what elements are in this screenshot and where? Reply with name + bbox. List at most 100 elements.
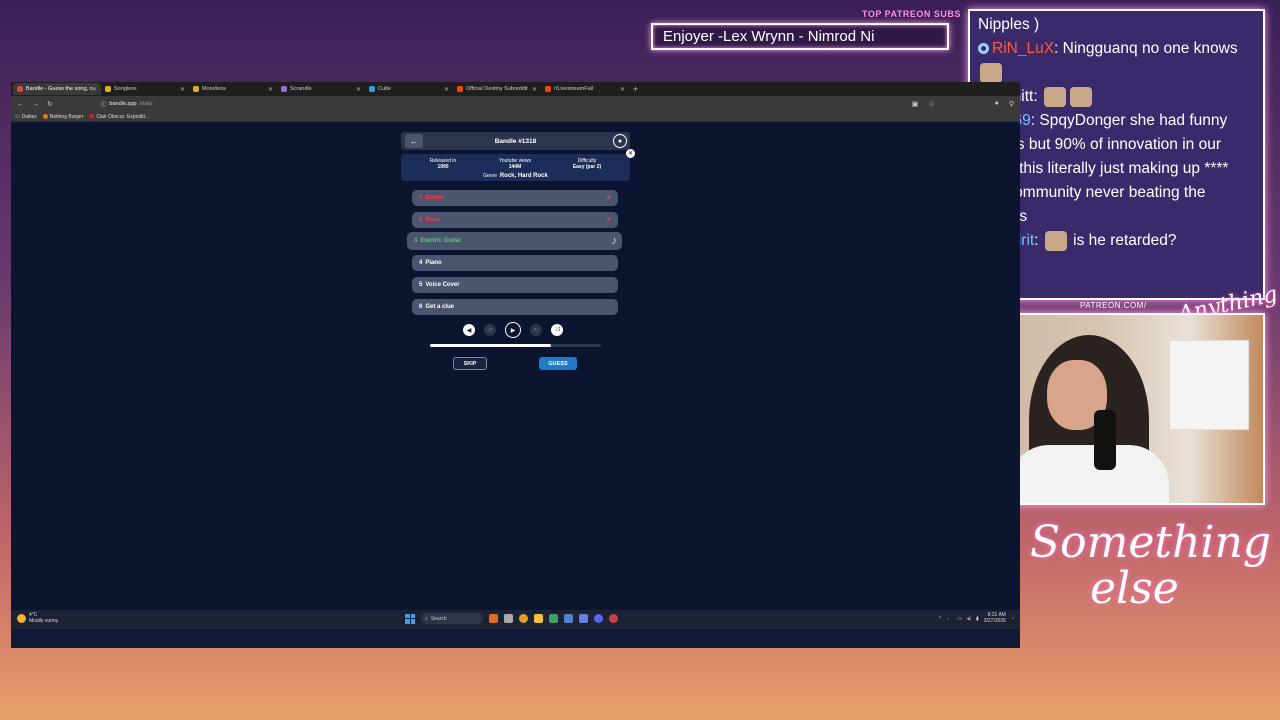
bandle-header: ← Bandle #1318 ● [401,132,630,150]
instrument-drums: 1 Drums ✗ [412,190,618,206]
guess-button[interactable]: GUESS [539,357,577,370]
play-pause-icon[interactable]: ▶ [505,322,521,338]
tab-destiny[interactable]: Official Destiny Subreddit ✕ [453,83,541,95]
close-icon[interactable]: ✕ [356,86,361,93]
weather-widget[interactable]: 4°C Mostly sunny [17,612,59,624]
steam-icon[interactable] [579,614,588,623]
bookmark-clair-obscur[interactable]: Clair Obscur: Expediti... [89,114,149,120]
instrument-label: Bass [425,217,440,223]
app-icon[interactable] [489,614,498,623]
instrument-number: 3 [414,238,418,244]
rewind-icon[interactable]: ↺ [484,324,496,336]
close-icon[interactable]: ✕ [532,86,537,93]
chat-message: RiN_LuX: Ningguanq no one knows [978,37,1255,85]
close-icon[interactable]: ✕ [92,86,97,93]
forward-icon[interactable]: → [32,101,39,108]
bandle-page: ← Bandle #1318 ● Released in 1990 Youtub… [11,123,1020,629]
network-icon[interactable]: ▭ [957,616,962,622]
close-icon[interactable]: ✕ [268,86,273,93]
instrument-bass: 2 Bass ✗ [412,212,618,228]
bookmark-star-icon[interactable]: ☆ [928,100,934,108]
patreon-ticker: Enjoyer -Lex Wrynn - Nimrod Ni [651,23,949,50]
tab-bandle[interactable]: Bandle - Guess the song, o ✕ [13,83,101,95]
difficulty-info: Difficulty Easy (par 2) [557,158,617,170]
weather-text: 4°C Mostly sunny [29,612,59,624]
taskbar-apps: ⌕ Search [405,613,618,624]
wrong-mark-icon: ✗ [606,217,612,224]
profile-button[interactable]: ● [613,134,627,148]
site-info-icon[interactable]: ⓘ [101,100,107,108]
tab-label: Cutle [378,86,391,92]
mic-icon[interactable]: ♩ [947,616,952,622]
profile-icon[interactable]: ● [995,100,999,108]
released-value: 1990 [437,164,449,170]
brand-line-1: Something [1030,517,1271,568]
tab-lsf[interactable]: r/LivestreamFail ✕ [541,83,629,95]
bookmark-nothing-burger[interactable]: Nothing Burger [42,113,84,120]
tab-label: More/less [202,86,226,92]
playback-progress-bar[interactable] [430,344,601,347]
app-icon[interactable] [564,614,573,623]
weather-condition: Mostly sunny [29,617,59,624]
bookmark-dailies[interactable]: ▭ Dailies [15,114,37,120]
genre-info: Genre Rock, Hard Rock [401,173,630,179]
restart-icon[interactable]: ◀ [463,324,475,336]
bookmark-label: Clair Obscur: Expediti... [96,113,149,120]
tab-cutle[interactable]: Cutle ✕ [365,83,453,95]
shuffle-icon[interactable]: ⤨ [551,324,563,336]
app-icon[interactable] [549,614,558,623]
battery-icon[interactable]: ▮ [976,616,979,622]
discord-icon[interactable] [594,614,603,623]
bookmark-label: Nothing Burger [49,113,84,120]
back-icon[interactable]: ← [17,101,24,108]
skip-button[interactable]: SKIP [453,357,487,370]
instrument-number: 4 [419,260,423,266]
chrome-icon[interactable] [519,614,528,623]
volume-icon[interactable]: ◂) [967,616,971,622]
bandle-favicon-icon [17,86,23,92]
back-button[interactable]: ← [405,134,423,148]
favicon-icon [89,114,95,119]
taskbar: 4°C Mostly sunny ⌕ Search ⌃ ♩ ▭ ◂) ▮ 8:3… [11,610,1020,629]
taskbar-search[interactable]: ⌕ Search [421,613,483,624]
instrument-label: Piano [425,260,442,266]
difficulty-value: Easy (par 2) [572,164,602,170]
instrument-label: Voice Cover [425,282,460,288]
instrument-electric-guitar[interactable]: 3 Electric Guitar ♪ [407,232,622,250]
microphone [1094,410,1116,470]
instrument-label: Get a clue [425,304,455,310]
new-tab-icon[interactable]: + [633,84,638,94]
favicon-icon [193,86,199,92]
instrument-number: 1 [419,195,423,201]
instrument-label: Electric Guitar [420,238,462,244]
close-icon[interactable]: ✕ [626,149,635,158]
windows-start-icon[interactable] [405,613,415,624]
close-icon[interactable]: ✕ [444,86,449,93]
close-icon[interactable]: ✕ [620,86,625,93]
views-info: Youtube views 144M [485,158,545,170]
search-icon: ⌕ [425,615,428,622]
notification-icon[interactable]: ◔ [1011,616,1014,622]
tab-moreless[interactable]: More/less ✕ [189,83,277,95]
user-badge-icon [978,43,989,55]
patreon-url-label: PATREON.COM/ [1080,301,1147,310]
url-field[interactable]: ⓘ bandle.app/daily [101,100,153,108]
tab-label: r/LivestreamFail [554,86,594,92]
reddit-favicon-icon [545,86,551,92]
clock[interactable]: 8:31 AM 3/27/2026 [984,612,1006,624]
app-icon[interactable] [609,614,618,623]
tab-songless[interactable]: Songless ✕ [101,83,189,95]
close-icon[interactable]: ✕ [180,86,185,93]
file-explorer-icon[interactable] [534,614,543,623]
chevron-up-icon[interactable]: ⌃ [938,616,942,622]
forward-icon[interactable]: ↻ [530,324,542,336]
chat-username[interactable]: RiN_LuX [992,40,1054,57]
task-view-icon[interactable] [504,614,513,623]
reload-icon[interactable]: ↻ [47,100,53,108]
address-bar: ← → ↻ ⓘ bandle.app/daily ▣ ☆ ● ⚲ [11,96,1020,112]
sidebar-icon[interactable]: ▣ [912,100,919,108]
extensions-icon[interactable]: ⚲ [1009,100,1014,108]
genre-value: Rock, Hard Rock [499,173,548,179]
tab-scrandle[interactable]: Scrandle ✕ [277,83,365,95]
released-info: Released in 1990 [413,158,473,170]
